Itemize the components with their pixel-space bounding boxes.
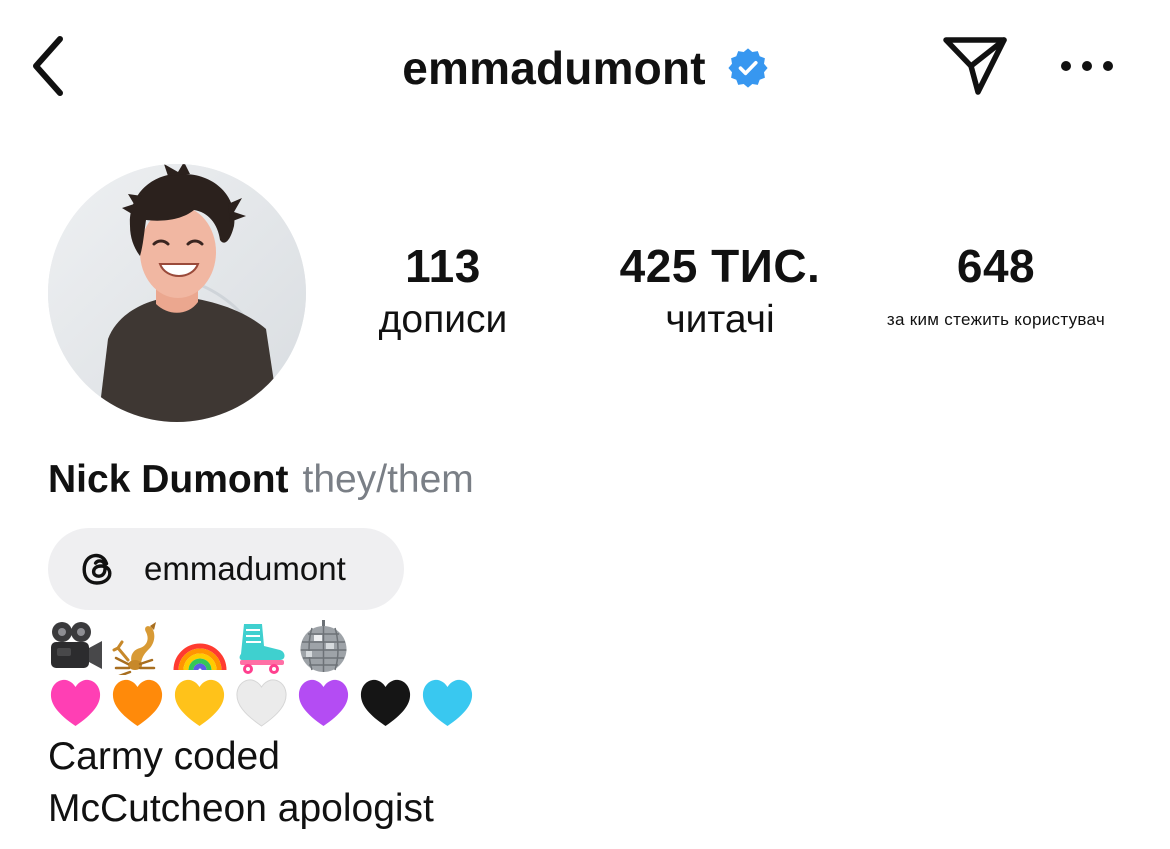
send-message-button[interactable] (934, 30, 1016, 102)
light-blue-heart-icon (422, 679, 473, 726)
followers-count: 425 ТИС. (619, 240, 821, 292)
bio-emoji-line-2 (48, 676, 475, 734)
threads-handle: emmadumont (144, 550, 346, 587)
bio-emoji-line-1 (48, 620, 351, 678)
more-options-button[interactable] (1052, 40, 1122, 92)
rainbow-icon (173, 643, 227, 671)
scorpion-icon (112, 622, 156, 675)
bio-line-1: Carmy coded (48, 735, 280, 778)
paper-plane-icon (943, 37, 1007, 95)
profile-username: emmadumont (402, 42, 706, 94)
profile-name-row: Nick Dumont they/them (48, 458, 474, 512)
stat-following[interactable]: 648 за ким стежить користувач (862, 236, 1130, 346)
white-heart-icon (236, 679, 287, 727)
avatar-photo (48, 164, 306, 422)
profile-pronouns: they/them (302, 458, 474, 501)
pink-heart-icon (50, 679, 101, 726)
back-button[interactable] (18, 28, 78, 104)
stat-posts[interactable]: 113 дописи (340, 236, 546, 346)
header-title: emmadumont (300, 36, 870, 100)
yellow-heart-icon (174, 679, 225, 726)
posts-label: дописи (378, 298, 508, 341)
stat-followers[interactable]: 425 ТИС. читачі (590, 236, 850, 346)
followers-label: читачі (665, 298, 775, 341)
purple-heart-icon (298, 679, 349, 726)
black-heart-icon (360, 679, 411, 726)
mirror-ball-icon (300, 620, 347, 672)
movie-camera-icon (51, 622, 102, 669)
profile-full-name: Nick Dumont (48, 458, 289, 501)
orange-heart-icon (112, 679, 163, 726)
roller-skate-icon (239, 624, 285, 674)
bio-line-2: McCutcheon apologist (48, 787, 434, 830)
chevron-left-icon (33, 36, 63, 96)
threads-link-chip[interactable]: emmadumont (48, 528, 404, 610)
profile-avatar[interactable] (48, 164, 306, 422)
posts-count: 113 (405, 240, 481, 292)
following-label: за ким стежить користувач (886, 310, 1106, 329)
more-horizontal-icon (1061, 61, 1113, 71)
following-count: 648 (956, 240, 1036, 292)
threads-logo-icon (82, 553, 112, 585)
verified-badge-icon (728, 48, 768, 88)
